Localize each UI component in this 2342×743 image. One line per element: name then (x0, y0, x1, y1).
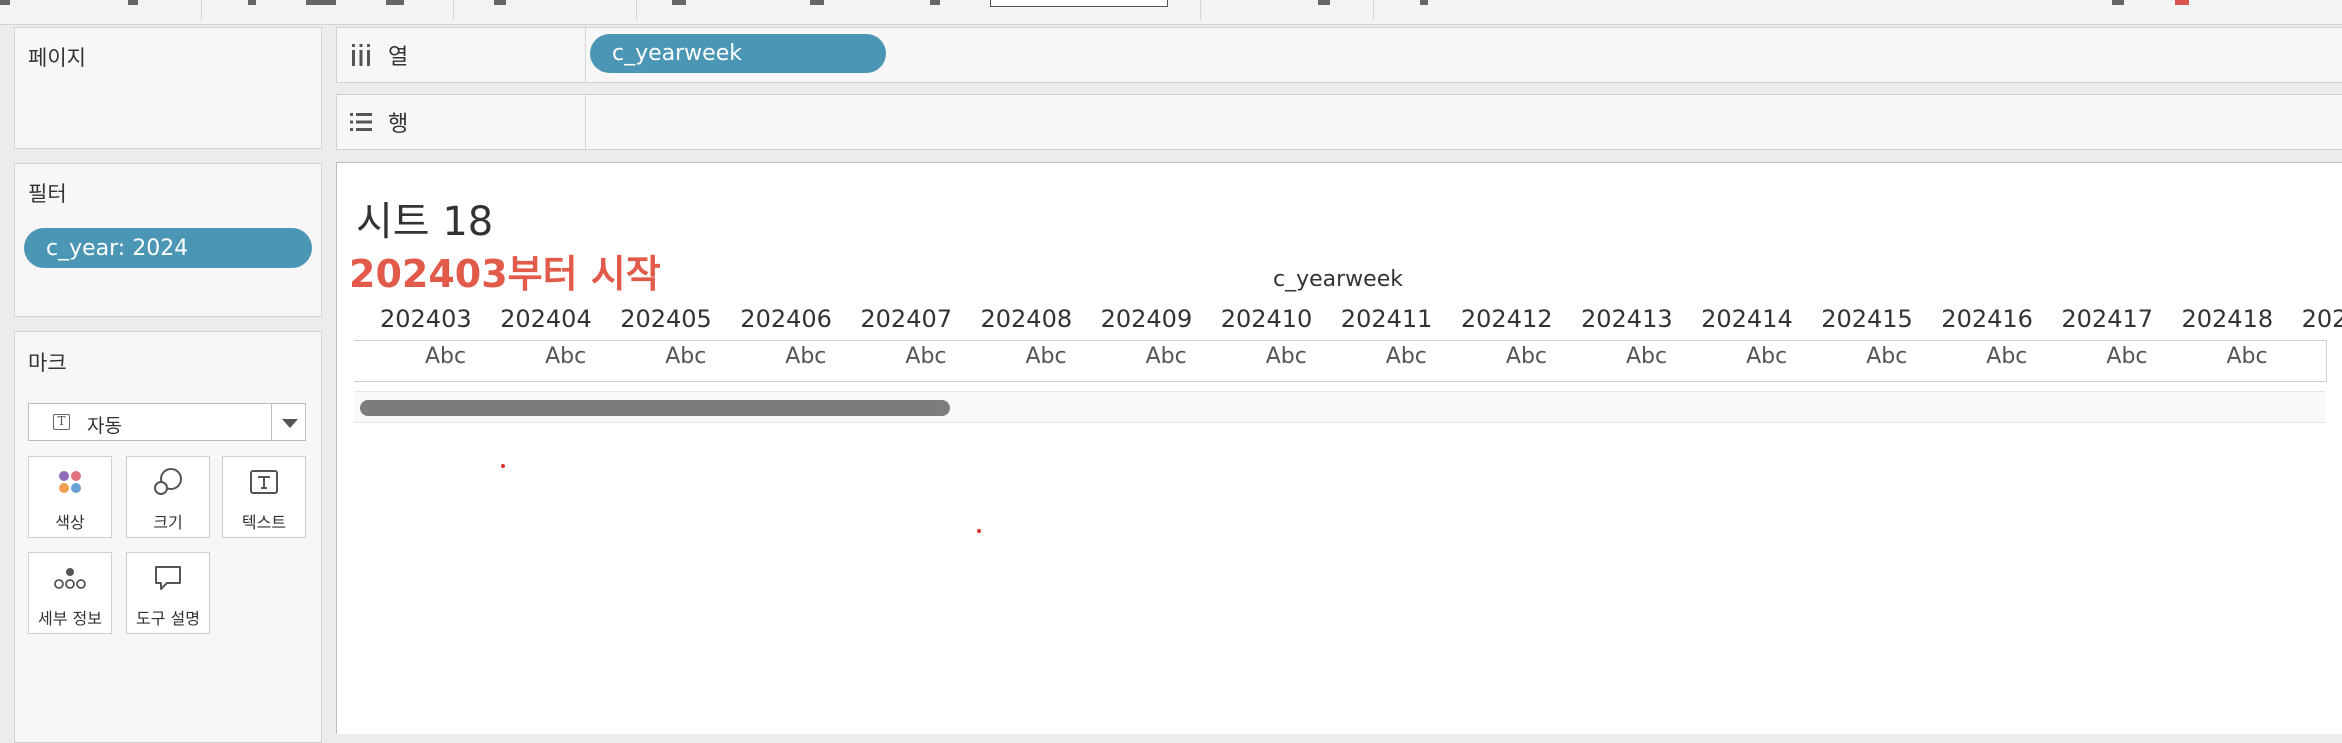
toolbar-separator (1200, 0, 1201, 20)
column-header[interactable]: 202415 (1821, 305, 1913, 333)
table-cell[interactable]: Abc (545, 344, 586, 369)
column-header[interactable]: 202414 (1701, 305, 1793, 333)
columns-pill-c-yearweek[interactable]: c_yearweek (590, 34, 886, 73)
column-header[interactable]: 202405 (620, 305, 712, 333)
toolbar-icon-fragment[interactable] (2112, 0, 2124, 5)
color-icon (29, 467, 111, 497)
column-header[interactable]: 202408 (981, 305, 1073, 333)
columns-shelf-label: 열 (337, 28, 586, 82)
filter-pill-c-year[interactable]: c_year: 2024 (24, 228, 312, 268)
size-button[interactable]: 크기 (126, 456, 210, 538)
toolbar-icon-fragment[interactable] (2175, 0, 2189, 5)
worksheet-view[interactable]: 시트 18 202403부터 시작 c_yearweek 202403 20240… (336, 162, 2342, 734)
red-dot-marker (977, 529, 981, 533)
table-cell[interactable]: Abc (665, 344, 706, 369)
mark-type-label: 자동 (87, 415, 122, 437)
pages-title: 페이지 (28, 46, 86, 70)
table-cell[interactable]: Abc (1866, 344, 1907, 369)
text-label: 텍스트 (241, 513, 287, 532)
dropdown-divider (271, 404, 272, 440)
red-dot-marker (501, 464, 505, 468)
rows-shelf-label: 행 (337, 95, 586, 149)
toolbar-icon-fragment[interactable] (494, 0, 506, 5)
column-header[interactable]: 202407 (860, 305, 952, 333)
table-row (354, 340, 2327, 382)
scrollbar-thumb[interactable] (360, 400, 950, 416)
column-header[interactable]: 202409 (1101, 305, 1193, 333)
toolbar-icon-fragment[interactable] (810, 0, 824, 5)
filters-title: 필터 (28, 182, 67, 206)
toolbar-icon-fragment[interactable] (930, 0, 940, 5)
toolbar-icon-fragment[interactable] (0, 0, 10, 5)
column-header[interactable]: 202410 (1221, 305, 1313, 333)
toolbar-separator (636, 0, 637, 20)
tooltip-label: 도구 설명 (136, 609, 200, 628)
table-cell[interactable]: Abc (1386, 344, 1427, 369)
column-header[interactable]: 202418 (2182, 305, 2274, 333)
toolbar-separator (201, 0, 202, 20)
column-header[interactable]: 202413 (1581, 305, 1673, 333)
toolbar-separator (1373, 0, 1374, 20)
table-cell[interactable]: Abc (1506, 344, 1547, 369)
column-header[interactable]: 202412 (1461, 305, 1553, 333)
column-header[interactable]: 202417 (2061, 305, 2153, 333)
column-field-header[interactable]: c_yearweek (1273, 267, 1403, 292)
columns-icon (350, 44, 372, 66)
size-label: 크기 (153, 513, 183, 532)
pages-card: 페이지 (14, 27, 322, 149)
table-cell[interactable]: Abc (1746, 344, 1787, 369)
marks-title: 마크 (28, 351, 67, 375)
table-cell[interactable]: Abc (905, 344, 946, 369)
rows-label: 행 (388, 112, 409, 137)
text-mark-icon: T (53, 414, 70, 430)
toolbar-icon-fragment[interactable] (672, 0, 686, 5)
table-cell[interactable]: Abc (1026, 344, 1067, 369)
dropdown-caret-icon[interactable] (282, 419, 298, 428)
column-header[interactable]: 202406 (740, 305, 832, 333)
detail-button[interactable]: 세부 정보 (28, 552, 112, 634)
table-cell[interactable]: Abc (1626, 344, 1667, 369)
sheet-annotation: 202403부터 시작 (349, 252, 661, 296)
table-cell[interactable]: Abc (785, 344, 826, 369)
sheet-title[interactable]: 시트 18 (356, 189, 493, 247)
table-cell[interactable]: Abc (1146, 344, 1187, 369)
toolbar-icon-fragment[interactable] (248, 0, 256, 5)
column-header[interactable]: 202411 (1341, 305, 1433, 333)
column-header[interactable]: 202416 (1941, 305, 2033, 333)
column-header[interactable]: 202404 (500, 305, 592, 333)
columns-label: 열 (388, 45, 409, 70)
table-cell[interactable]: Abc (2106, 344, 2147, 369)
mark-type-dropdown[interactable]: T 자동 (28, 403, 306, 441)
toolbar-icon-fragment[interactable] (1420, 0, 1428, 5)
detail-icon (29, 563, 111, 593)
rows-icon (350, 113, 372, 131)
color-label: 색상 (55, 513, 85, 532)
toolbar-icon-fragment[interactable] (386, 0, 404, 5)
detail-label: 세부 정보 (38, 609, 102, 628)
tooltip-button[interactable]: 도구 설명 (126, 552, 210, 634)
tooltip-icon (127, 563, 209, 593)
text-button[interactable]: 텍스트 (222, 456, 306, 538)
color-button[interactable]: 색상 (28, 456, 112, 538)
toolbar-dropdown[interactable] (990, 0, 1168, 7)
toolbar-icon-fragment[interactable] (1318, 0, 1330, 5)
column-header[interactable]: 2024 (2302, 305, 2342, 333)
toolbar-separator (453, 0, 454, 20)
column-header[interactable]: 202403 (380, 305, 472, 333)
table-cell[interactable]: Abc (1986, 344, 2027, 369)
text-icon (223, 467, 305, 497)
toolbar (0, 0, 2342, 25)
rows-shelf[interactable]: 행 (336, 94, 2342, 150)
size-icon (127, 467, 209, 497)
toolbar-icon-fragment[interactable] (128, 0, 138, 5)
table-cell[interactable]: Abc (425, 344, 466, 369)
toolbar-icon-fragment[interactable] (306, 0, 336, 5)
table-cell[interactable]: Abc (1266, 344, 1307, 369)
table-cell[interactable]: Abc (2227, 344, 2268, 369)
